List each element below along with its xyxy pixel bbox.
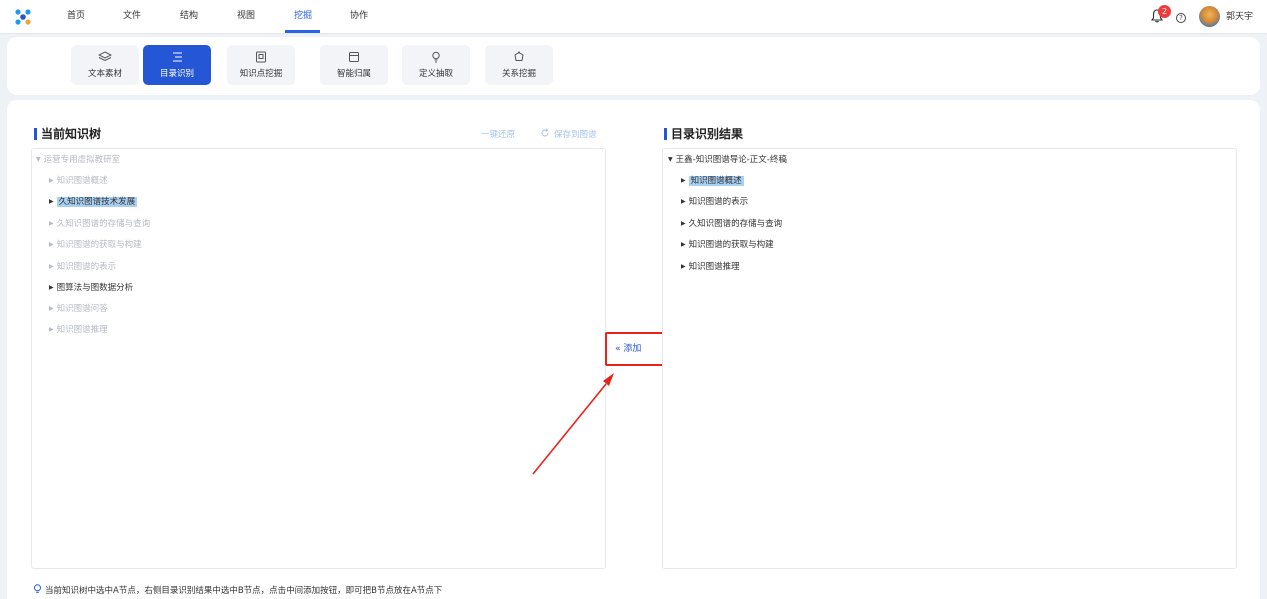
left-tree-node[interactable]: ▶ 久知识图谱的存储与查询 — [49, 218, 150, 230]
nav-active-indicator — [285, 30, 320, 33]
right-tree-node[interactable]: ▶ 知识图谱的获取与构建 — [681, 239, 774, 251]
left-node-label: 图算法与图数据分析 — [56, 283, 134, 293]
caret-right-icon: ▶ — [49, 241, 54, 248]
help-icon[interactable]: ? — [1176, 13, 1186, 23]
list-indent-icon — [173, 52, 182, 62]
caret-right-icon: ▶ — [681, 220, 686, 227]
right-tree-node-selected[interactable]: ▶ 知识图谱概述 — [681, 175, 744, 187]
right-root-label: 王鑫-知识图谱导论-正文-终稿 — [675, 155, 787, 165]
caret-right-icon: ▶ — [49, 177, 54, 184]
right-node-label: 久知识图谱的存储与查询 — [688, 219, 783, 229]
layers-icon — [98, 51, 112, 62]
nav-mining[interactable]: 挖掘 — [294, 0, 312, 34]
caret-right-icon: ▶ — [49, 284, 54, 291]
left-node-label: 知识图谱概述 — [56, 176, 108, 186]
right-node-label: 知识图谱的获取与构建 — [688, 240, 774, 250]
calendar-box-icon — [349, 52, 359, 62]
definition-extraction-button[interactable]: 定义抽取 — [402, 45, 470, 85]
recognition-result-title: 目录识别结果 — [664, 127, 743, 141]
caret-right-icon: ▶ — [49, 305, 54, 312]
notification-badge: 2 — [1158, 5, 1171, 18]
cycle-icon — [514, 51, 524, 61]
right-tree-node[interactable]: ▶ 知识图谱的表示 — [681, 196, 748, 208]
left-tree-node[interactable]: ▶ 知识图谱的获取与构建 — [49, 239, 142, 251]
left-node-label: 知识图谱的表示 — [56, 262, 117, 272]
right-tree-node[interactable]: ▶ 知识图谱推理 — [681, 261, 740, 273]
double-chevron-left-icon: « — [615, 344, 621, 354]
left-tree-node[interactable]: ▶ 知识图谱概述 — [49, 175, 108, 187]
left-tree-node[interactable]: ▶ 知识图谱推理 — [49, 324, 108, 336]
text-material-label: 文本素材 — [87, 69, 122, 79]
left-node-label: 知识图谱问答 — [56, 304, 108, 314]
right-node-label: 知识图谱概述 — [688, 176, 744, 186]
caret-right-icon: ▶ — [681, 177, 686, 184]
left-root-label: 运营专用虚拟教研室 — [43, 155, 121, 165]
frame-icon — [256, 51, 266, 63]
left-node-label: 知识图谱推理 — [56, 325, 108, 335]
top-nav-bar: 首页 文件 结构 视图 挖掘 协作 2 ? 郭天宇 — [0, 0, 1267, 34]
relation-mining-label: 关系挖掘 — [501, 69, 536, 79]
catalog-recognition-button[interactable]: 目录识别 — [143, 45, 211, 85]
relation-mining-button[interactable]: 关系挖掘 — [485, 45, 553, 85]
left-tree-node-selected[interactable]: ▶ 久知识图谱技术发展 — [49, 196, 138, 208]
app-logo-icon[interactable] — [13, 7, 33, 27]
left-node-label: 知识图谱的获取与构建 — [56, 240, 142, 250]
knowledge-point-mining-button[interactable]: 知识点挖掘 — [227, 45, 295, 85]
refresh-icon[interactable] — [540, 128, 550, 138]
caret-down-icon: ▼ — [668, 156, 673, 163]
usage-hint-text: 当前知识树中选中A节点，右侧目录识别结果中选中B节点，点击中间添加按钮，即可把B… — [45, 586, 443, 596]
nav-home[interactable]: 首页 — [67, 0, 85, 34]
caret-right-icon: ▶ — [49, 326, 54, 333]
left-tree-node[interactable]: ▶ 图算法与图数据分析 — [49, 282, 133, 294]
caret-right-icon: ▶ — [49, 220, 54, 227]
catalog-recognition-label: 目录识别 — [159, 69, 194, 79]
lightbulb-icon — [432, 51, 440, 63]
right-tree-node[interactable]: ▶ 久知识图谱的存储与查询 — [681, 218, 782, 230]
usage-hint: 当前知识树中选中A节点，右侧目录识别结果中选中B节点，点击中间添加按钮，即可把B… — [33, 584, 442, 597]
lightbulb-icon — [34, 584, 41, 593]
add-button-label: 添加 — [623, 344, 642, 354]
smart-attribution-button[interactable]: 智能归属 — [320, 45, 388, 85]
caret-right-icon: ▶ — [49, 263, 54, 270]
add-button[interactable]: « 添加 — [605, 332, 666, 366]
right-node-label: 知识图谱的表示 — [688, 197, 749, 207]
left-node-label: 久知识图谱的存储与查询 — [56, 219, 151, 229]
current-tree-box — [31, 148, 606, 569]
recognition-result-box — [662, 148, 1237, 569]
caret-right-icon: ▶ — [681, 263, 686, 270]
left-tree-node[interactable]: ▶ 知识图谱问答 — [49, 303, 108, 315]
right-tree-root[interactable]: ▼ 王鑫-知识图谱导论-正文-终稿 — [668, 154, 787, 166]
nav-collaboration[interactable]: 协作 — [350, 0, 368, 34]
text-material-button[interactable]: 文本素材 — [71, 45, 139, 85]
user-name[interactable]: 郭天宇 — [1226, 0, 1253, 34]
nav-structure[interactable]: 结构 — [180, 0, 198, 34]
caret-right-icon: ▶ — [49, 198, 54, 205]
smart-attribution-label: 智能归属 — [336, 69, 371, 79]
definition-extraction-label: 定义抽取 — [418, 69, 453, 79]
knowledge-point-mining-label: 知识点挖掘 — [239, 69, 283, 79]
mining-toolbar: 文本素材 目录识别 知识点挖掘 智能归属 定义抽取 关系挖掘 — [7, 37, 1260, 95]
avatar[interactable] — [1199, 6, 1220, 27]
caret-right-icon: ▶ — [681, 241, 686, 248]
restore-button[interactable]: 一键还原 — [481, 128, 515, 140]
nav-view[interactable]: 视图 — [237, 0, 255, 34]
nav-file[interactable]: 文件 — [123, 0, 141, 34]
caret-down-icon: ▼ — [36, 156, 41, 163]
left-tree-node[interactable]: ▶ 知识图谱的表示 — [49, 261, 116, 273]
left-node-label: 久知识图谱技术发展 — [56, 197, 138, 207]
save-to-graph-button[interactable]: 保存到图谱 — [554, 128, 597, 140]
left-tree-root[interactable]: ▼ 运营专用虚拟教研室 — [36, 154, 120, 166]
caret-right-icon: ▶ — [681, 198, 686, 205]
current-tree-title: 当前知识树 — [34, 127, 101, 141]
right-node-label: 知识图谱推理 — [688, 262, 740, 272]
